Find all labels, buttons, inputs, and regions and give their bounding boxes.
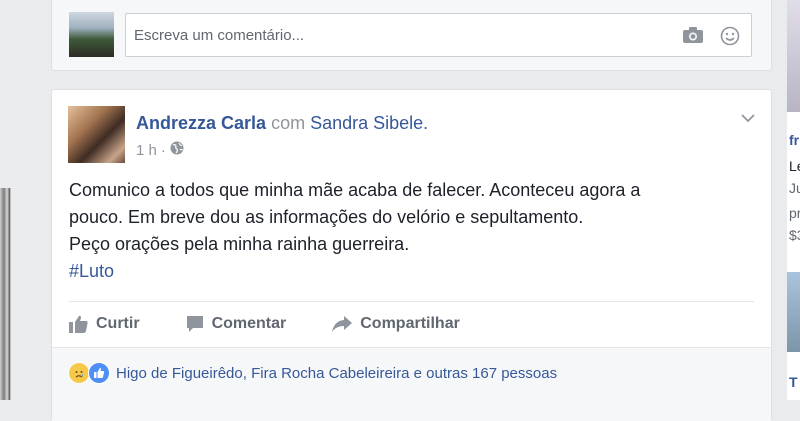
meta-separator: ·	[160, 141, 166, 159]
author-link[interactable]: Andrezza Carla	[136, 113, 266, 133]
post-header: Andrezza Carla com Sandra Sibele.	[136, 113, 428, 134]
post-text-line: Peço orações pela minha rainha guerreira…	[69, 234, 410, 254]
commenter-avatar[interactable]	[69, 12, 114, 57]
like-label: Curtir	[96, 315, 140, 332]
camera-icon[interactable]	[682, 26, 704, 49]
right-column-text: $3	[789, 227, 800, 243]
share-button[interactable]: Compartilhar	[332, 315, 460, 333]
right-column: fr Le Ju pr $3 T	[787, 0, 800, 400]
chevron-down-icon[interactable]	[741, 110, 755, 128]
post-timestamp[interactable]: 1 h	[136, 142, 157, 159]
post-meta: 1 h ·	[136, 141, 184, 159]
comment-input[interactable]	[125, 13, 752, 57]
right-column-thumbnail[interactable]	[787, 0, 800, 112]
left-column-photo	[0, 188, 11, 400]
share-label: Compartilhar	[360, 315, 460, 332]
reactions-summary[interactable]: Higo de Figueirêdo, Fira Rocha Cabeleire…	[68, 362, 557, 384]
like-reaction-icon	[88, 362, 110, 384]
right-column-text: Ju	[789, 180, 800, 196]
right-column-text: pr	[789, 205, 800, 221]
comment-icon	[186, 315, 204, 333]
thumbs-up-icon	[69, 315, 88, 333]
globe-icon[interactable]	[170, 141, 184, 159]
comment-composer	[51, 0, 772, 71]
reactions-bar: Higo de Figueirêdo, Fira Rocha Cabeleire…	[52, 347, 771, 421]
right-column-thumbnail[interactable]	[787, 272, 800, 352]
emoji-icon[interactable]	[720, 26, 740, 51]
post-text-line: pouco. Em breve dou as informações do ve…	[69, 207, 584, 227]
post-actions: Curtir Comentar Compartilhar	[69, 302, 506, 346]
comment-label: Comentar	[211, 315, 287, 332]
tagged-user-link[interactable]: Sandra Sibele.	[310, 113, 428, 133]
post-body: Comunico a todos que minha mãe acaba de …	[69, 177, 759, 285]
post-card: Andrezza Carla com Sandra Sibele. 1 h · …	[51, 89, 772, 421]
author-avatar[interactable]	[68, 106, 125, 163]
share-arrow-icon	[332, 316, 353, 332]
like-button[interactable]: Curtir	[69, 315, 140, 333]
comment-button[interactable]: Comentar	[186, 315, 287, 333]
right-column-text[interactable]: fr	[789, 132, 800, 148]
sad-reaction-icon	[68, 362, 90, 384]
hashtag-link[interactable]: #Luto	[69, 261, 114, 281]
with-text: com	[271, 113, 306, 133]
right-column-text: Le	[789, 158, 800, 174]
right-column-text[interactable]: T	[789, 374, 800, 390]
post-text-line: Comunico a todos que minha mãe acaba de …	[69, 180, 641, 200]
reactions-text: Higo de Figueirêdo, Fira Rocha Cabeleire…	[116, 364, 558, 382]
reaction-icons	[68, 362, 110, 384]
